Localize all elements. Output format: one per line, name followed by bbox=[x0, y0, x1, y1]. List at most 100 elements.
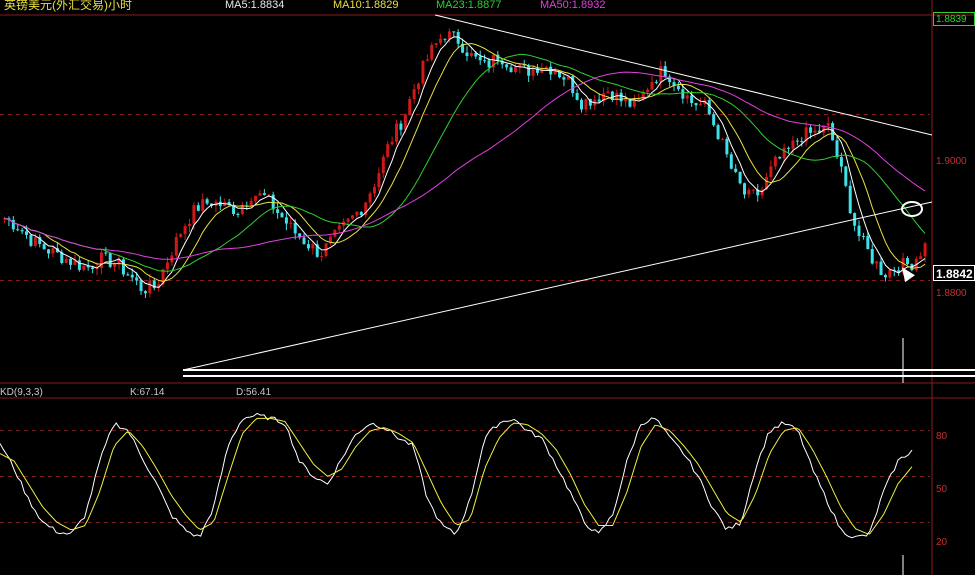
candle-body bbox=[408, 99, 412, 115]
candle-body bbox=[646, 89, 650, 93]
candle-body bbox=[276, 209, 280, 213]
candlesticks bbox=[3, 28, 927, 298]
candle-body bbox=[769, 166, 773, 177]
candle-body bbox=[698, 104, 702, 106]
candle-body bbox=[355, 211, 359, 216]
candle-body bbox=[580, 99, 584, 110]
candle-body bbox=[690, 95, 694, 104]
candle-body bbox=[778, 156, 782, 159]
candle-body bbox=[747, 189, 751, 195]
candle-body bbox=[108, 253, 112, 267]
candle-body bbox=[425, 59, 429, 61]
candle-body bbox=[729, 154, 733, 169]
candle-body bbox=[694, 103, 698, 106]
candle-body bbox=[386, 144, 390, 157]
candle-body bbox=[377, 173, 381, 188]
current-price-box: 1.8842 bbox=[933, 265, 975, 281]
candle-body bbox=[663, 66, 667, 77]
candle-body bbox=[751, 189, 755, 191]
candle-body bbox=[130, 274, 134, 278]
candle-body bbox=[412, 89, 416, 100]
candle-body bbox=[311, 244, 315, 249]
candle-body bbox=[143, 291, 147, 294]
candle-body bbox=[179, 233, 183, 237]
upper-trendline bbox=[434, 14, 933, 136]
candle-body bbox=[879, 261, 883, 276]
candle-body bbox=[430, 44, 434, 60]
candle-body bbox=[725, 138, 729, 155]
candle-body bbox=[685, 95, 689, 99]
chart-title: 英镑美元(外汇交易)小时 bbox=[4, 0, 132, 12]
candle-body bbox=[254, 195, 258, 201]
candle-body bbox=[676, 85, 680, 90]
candle-body bbox=[439, 38, 443, 44]
candle-body bbox=[174, 236, 178, 256]
chart-canvas bbox=[0, 0, 975, 575]
candle-body bbox=[368, 193, 372, 203]
candle-body bbox=[121, 259, 125, 275]
ma50-legend: MA50:1.8932 bbox=[540, 0, 606, 11]
price-level-1-8800: 1.8800 bbox=[936, 288, 967, 299]
trendlines bbox=[182, 14, 975, 575]
candle-body bbox=[289, 222, 293, 224]
candle-body bbox=[720, 138, 724, 140]
candle-body bbox=[126, 274, 130, 276]
candle-body bbox=[77, 260, 81, 270]
candle-body bbox=[350, 215, 354, 219]
candle-body bbox=[650, 81, 654, 90]
candle-body bbox=[104, 252, 108, 254]
candle-body bbox=[848, 185, 852, 214]
candle-body bbox=[575, 93, 579, 100]
candle-body bbox=[787, 147, 791, 149]
candle-body bbox=[249, 200, 253, 206]
candle-body bbox=[20, 230, 24, 232]
candle-body bbox=[25, 231, 29, 235]
candle-body bbox=[712, 114, 716, 126]
candle-body bbox=[42, 243, 46, 250]
kd-indicator-name: KD(9,3,3) bbox=[0, 387, 43, 398]
candle-body bbox=[716, 125, 720, 140]
candle-body bbox=[809, 127, 813, 133]
ma23-legend: MA23:1.8877 bbox=[436, 0, 502, 11]
candle-body bbox=[478, 56, 482, 61]
candle-body bbox=[236, 214, 240, 216]
candle-body bbox=[421, 60, 425, 84]
candle-body bbox=[337, 225, 341, 230]
ma5-legend: MA5:1.8834 bbox=[225, 0, 285, 11]
candle-body bbox=[553, 71, 557, 75]
candle-body bbox=[513, 66, 517, 73]
candle-body bbox=[69, 258, 73, 265]
candle-body bbox=[839, 157, 843, 167]
candle-body bbox=[192, 205, 196, 224]
candle-body bbox=[240, 205, 244, 215]
candle-body bbox=[469, 53, 473, 57]
candle-body bbox=[320, 255, 324, 257]
candle-body bbox=[201, 199, 205, 211]
candle-body bbox=[33, 237, 37, 246]
ma5-line bbox=[4, 36, 926, 288]
candle-body bbox=[373, 187, 376, 194]
kdj-lines bbox=[0, 412, 913, 539]
k-line bbox=[0, 412, 913, 539]
ma10-line bbox=[4, 42, 926, 282]
candle-body bbox=[91, 267, 95, 270]
candle-body bbox=[835, 140, 839, 158]
candle-body bbox=[390, 141, 394, 145]
candle-body bbox=[707, 100, 711, 115]
candle-body bbox=[399, 123, 403, 130]
candle-body bbox=[562, 77, 566, 80]
candle-body bbox=[738, 171, 742, 184]
candle-body bbox=[434, 43, 438, 45]
candle-body bbox=[813, 130, 817, 133]
candle-body bbox=[205, 199, 209, 204]
candle-body bbox=[734, 168, 738, 172]
candle-body bbox=[465, 52, 469, 57]
candle-body bbox=[509, 67, 513, 73]
kd-level-80: 80 bbox=[936, 431, 948, 442]
candle-body bbox=[183, 226, 187, 234]
ma23-line bbox=[4, 53, 926, 272]
candle-body bbox=[743, 183, 746, 195]
candle-body bbox=[148, 280, 152, 294]
candle-body bbox=[16, 229, 20, 231]
candle-body bbox=[51, 248, 55, 254]
